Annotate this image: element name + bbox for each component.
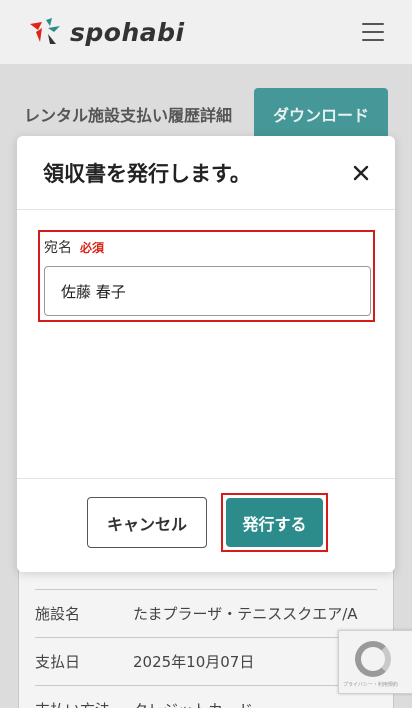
recaptcha-icon (355, 641, 391, 677)
cancel-button[interactable]: キャンセル (87, 497, 207, 548)
detail-row-date: 支払日 2025年10月07日 (35, 637, 377, 685)
logo-mark-icon (30, 18, 60, 44)
detail-value: 2025年10月07日 (133, 653, 255, 671)
field-label-row: 宛名 必須 (44, 237, 104, 257)
issue-receipt-button[interactable]: 発行する (226, 498, 323, 547)
detail-row-facility: 施設名 たまプラーザ・テニススクエア/A (35, 589, 377, 637)
modal-header: 領収書を発行します。 (17, 136, 395, 210)
page-title-row: レンタル施設支払い履歴詳細 ダウンロード (24, 88, 388, 140)
recaptcha-badge[interactable]: プライバシー・利用規約 (338, 630, 412, 694)
detail-label: 支払日 (35, 653, 81, 671)
recipient-label: 宛名 (44, 240, 72, 256)
recaptcha-text: プライバシー・利用規約 (343, 682, 398, 688)
detail-value: クレジットカード (133, 699, 253, 708)
app-header: spohabi (0, 0, 412, 64)
receipt-modal: 領収書を発行します。 宛名 必須 キャンセル 発行する (17, 136, 395, 572)
detail-value: たまプラーザ・テニススクエア/A (133, 605, 358, 623)
required-badge: 必須 (80, 241, 105, 255)
recipient-field-group: 宛名 必須 (38, 230, 375, 322)
brand-logo[interactable]: spohabi (28, 16, 185, 48)
detail-row-method: 支払い方法 クレジットカード (35, 685, 377, 708)
detail-label: 支払い方法 (35, 699, 133, 708)
hamburger-menu-icon[interactable] (362, 23, 384, 41)
issue-button-highlight: 発行する (221, 493, 328, 552)
detail-label: 施設名 (35, 605, 81, 623)
recipient-name-input[interactable] (44, 266, 371, 316)
close-button[interactable] (349, 161, 373, 185)
brand-name: spohabi (70, 17, 185, 47)
modal-footer: キャンセル 発行する (17, 478, 395, 572)
download-button[interactable]: ダウンロード (254, 88, 388, 140)
modal-title: 領収書を発行します。 (43, 161, 251, 186)
page-title: レンタル施設支払い履歴詳細 (24, 106, 233, 125)
close-icon (353, 165, 369, 180)
